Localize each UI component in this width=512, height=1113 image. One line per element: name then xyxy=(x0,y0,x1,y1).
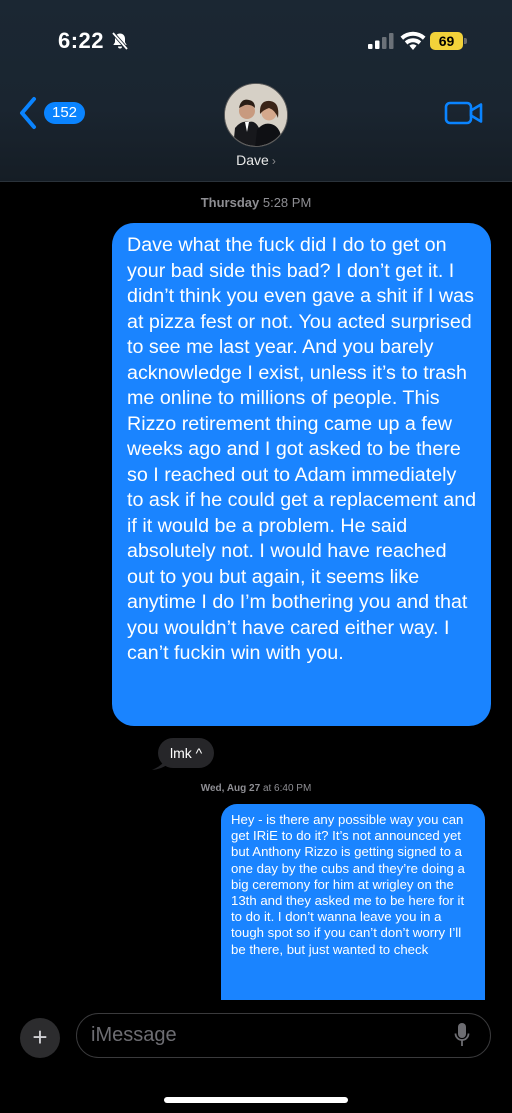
timestamp-day: Wed, Aug 27 xyxy=(200,783,261,794)
outgoing-message-bubble[interactable]: Hey - is there any possible way you can … xyxy=(221,804,485,1014)
signal-icon xyxy=(368,33,394,49)
battery-tip xyxy=(464,38,467,44)
chevron-right-icon: › xyxy=(271,154,276,168)
incoming-message-bubble[interactable]: lmk ^ xyxy=(158,738,215,768)
wifi-icon xyxy=(400,31,426,50)
microphone-icon[interactable] xyxy=(454,1022,470,1048)
imessage-input[interactable]: iMessage xyxy=(76,1013,491,1058)
conversation-header: 6:22 69 152 Dave › xyxy=(0,0,512,182)
timestamp-time: 5:28 PM xyxy=(262,195,312,210)
timestamp-day: Thursday xyxy=(200,195,260,210)
timestamp-thursday: Thursday 5:28 PM xyxy=(0,195,512,210)
battery-icon: 69 xyxy=(430,32,468,50)
contact-name-label: Dave xyxy=(236,152,269,168)
timestamp-time: at 6:40 PM xyxy=(262,783,312,794)
avatar-photo xyxy=(225,84,287,146)
unread-count-badge[interactable]: 152 xyxy=(44,102,86,124)
contact-name[interactable]: Dave › xyxy=(0,152,512,168)
plus-icon[interactable]: + xyxy=(20,1018,60,1058)
home-indicator[interactable] xyxy=(164,1097,348,1103)
bell-slash-icon xyxy=(111,31,129,51)
outgoing-message-bubble[interactable]: Dave what the fuck did I do to get on yo… xyxy=(112,223,491,726)
chevron-left-icon[interactable] xyxy=(18,96,40,130)
timestamp-wednesday: Wed, Aug 27 at 6:40 PM xyxy=(0,783,512,794)
status-time: 6:22 xyxy=(58,28,105,53)
avatar[interactable] xyxy=(224,83,288,147)
video-camera-icon[interactable] xyxy=(444,100,484,126)
battery-level: 69 xyxy=(430,32,463,50)
